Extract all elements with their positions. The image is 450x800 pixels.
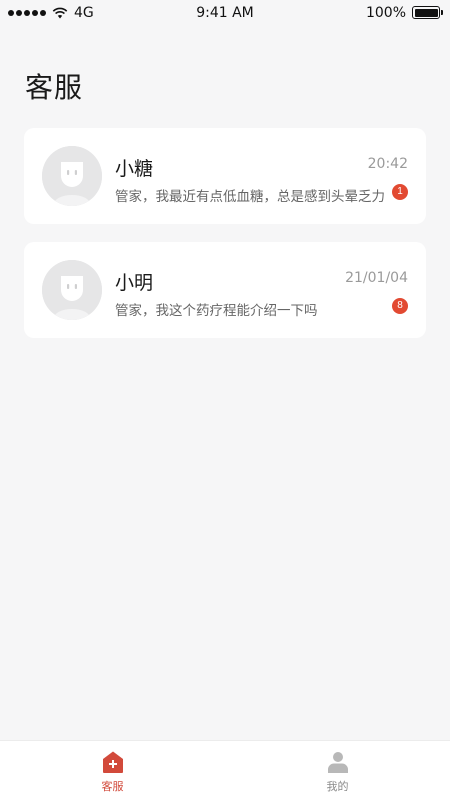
service-house-icon [102,751,123,773]
default-avatar-icon [42,146,102,206]
status-bar: 4G 9:41 AM 100% [0,0,450,25]
unread-badge: 1 [392,184,408,200]
chat-name: 小明 [115,272,154,294]
battery-percent: 100% [365,4,406,21]
tab-label: 我的 [326,780,349,793]
person-icon [327,752,348,773]
tab-service[interactable]: 客服 [0,741,225,800]
signal-icon [8,9,46,16]
chat-time: 21/01/04 [345,270,408,286]
chat-preview: 管家，我这个药疗程能介绍一下吗 [115,303,318,319]
avatar [42,260,102,320]
chat-item[interactable]: 小糖 20:42 管家，我最近有点低血糖，总是感到头晕乏力 1 [24,128,426,224]
chat-time: 20:42 [367,156,408,172]
status-left: 4G [8,5,94,21]
tab-label: 客服 [101,780,124,793]
chat-list: 小糖 20:42 管家，我最近有点低血糖，总是感到头晕乏力 1 小明 21/01… [24,128,426,356]
status-right: 100% [365,4,443,21]
wifi-icon [52,7,68,18]
battery-icon [412,6,443,19]
page-title: 客服 [25,71,84,104]
tab-bar: 客服 我的 [0,740,450,800]
avatar [42,146,102,206]
carrier-label: 4G [74,4,94,21]
default-avatar-icon [42,260,102,320]
chat-name: 小糖 [115,158,154,180]
tab-mine[interactable]: 我的 [225,741,450,800]
chat-preview: 管家，我最近有点低血糖，总是感到头晕乏力 [115,189,385,205]
unread-badge: 8 [392,298,408,314]
chat-item[interactable]: 小明 21/01/04 管家，我这个药疗程能介绍一下吗 8 [24,242,426,338]
